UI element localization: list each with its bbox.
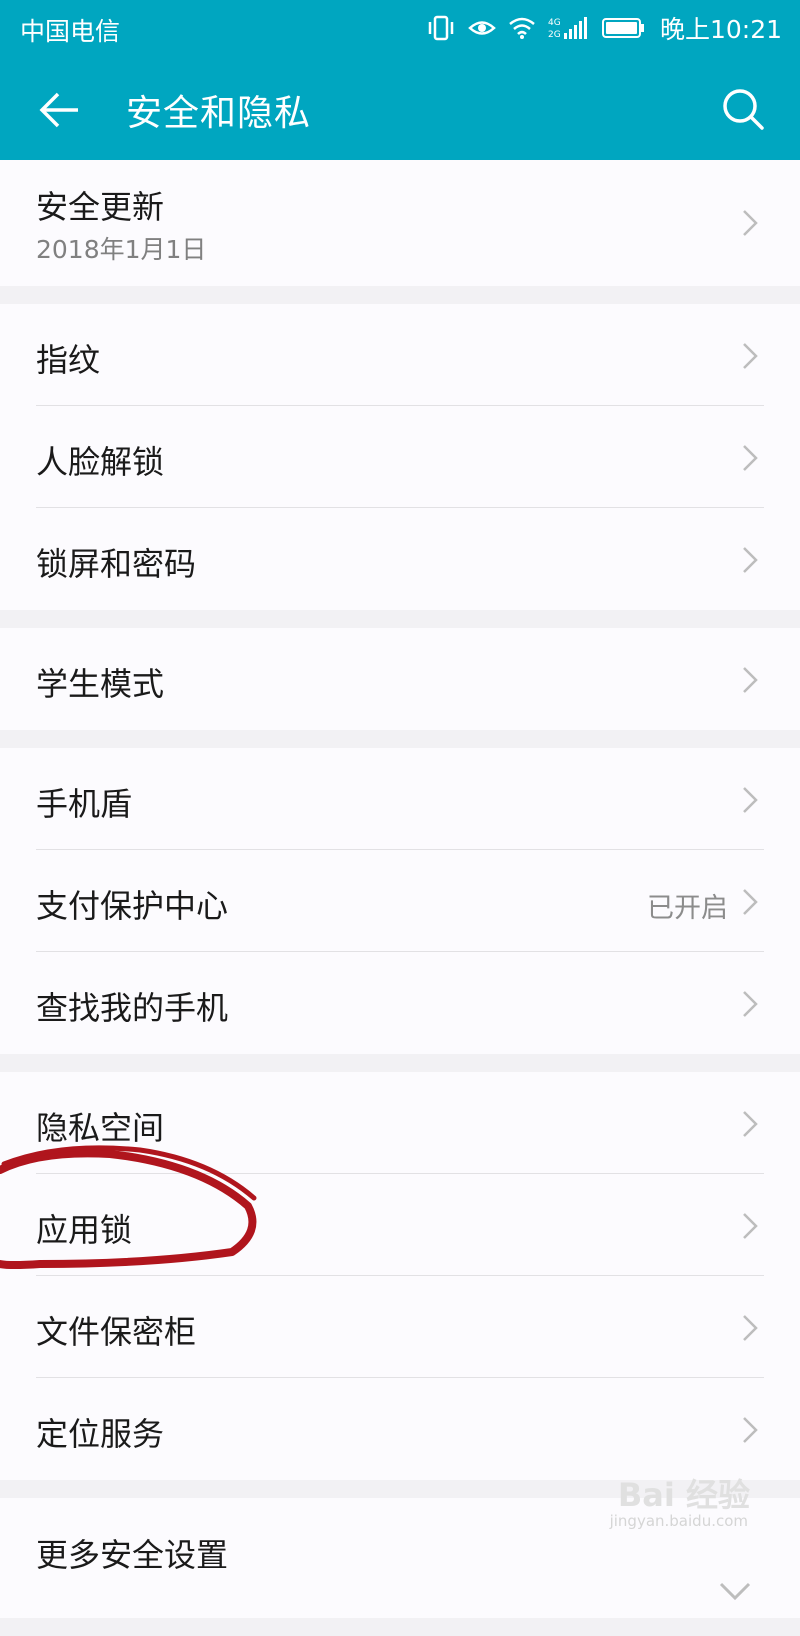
item-subtitle: 2018年1月1日: [36, 235, 207, 264]
item-label: 应用锁: [36, 1211, 133, 1249]
item-label: 定位服务: [36, 1415, 165, 1453]
svg-text:4G: 4G: [548, 18, 561, 28]
group-student-mode: 学生模式: [0, 628, 800, 730]
chevron-right-icon: [743, 210, 758, 236]
list-item-file-safe[interactable]: 文件保密柜: [0, 1276, 800, 1378]
item-label: 锁屏和密码: [36, 545, 197, 583]
chevron-right-icon: [743, 1111, 758, 1137]
group-unlock: 指纹 人脸解锁 锁屏和密码: [0, 304, 800, 610]
status-bar: 中国电信 4G 2G 晚上10:21: [0, 0, 800, 56]
list-item-lock-screen-password[interactable]: 锁屏和密码: [0, 508, 800, 610]
settings-list: 安全更新 2018年1月1日 指纹 人脸解锁 锁屏和密码 学生模式 手机盾 支付…: [0, 160, 800, 1636]
item-status: 已开启: [647, 893, 728, 924]
list-item-fingerprint[interactable]: 指纹: [0, 304, 800, 406]
group-more: 更多安全设置: [0, 1498, 800, 1618]
chevron-right-icon: [743, 1417, 758, 1443]
chevron-right-icon: [743, 889, 758, 915]
list-item-phone-shield[interactable]: 手机盾: [0, 748, 800, 850]
list-item-payment-protection[interactable]: 支付保护中心 已开启: [0, 850, 800, 952]
back-arrow-icon[interactable]: [36, 86, 84, 134]
group-security-update: 安全更新 2018年1月1日: [0, 160, 800, 286]
list-item-face-unlock[interactable]: 人脸解锁: [0, 406, 800, 508]
app-bar: 安全和隐私: [0, 56, 800, 160]
chevron-down-icon: [719, 1582, 751, 1601]
list-item-location-services[interactable]: 定位服务: [0, 1378, 800, 1480]
page-title: 安全和隐私: [126, 93, 312, 134]
svg-text:2G: 2G: [548, 30, 561, 40]
status-icons: 4G 2G 晚上10:21: [426, 10, 782, 46]
list-item-security-update[interactable]: 安全更新 2018年1月1日: [0, 160, 800, 286]
list-item-find-my-phone[interactable]: 查找我的手机: [0, 952, 800, 1054]
search-icon[interactable]: [720, 86, 766, 132]
chevron-right-icon: [743, 343, 758, 369]
item-label: 手机盾: [36, 785, 133, 823]
carrier-name: 中国电信: [20, 17, 121, 46]
list-item-student-mode[interactable]: 学生模式: [0, 628, 800, 730]
chevron-right-icon: [743, 667, 758, 693]
item-label: 指纹: [36, 341, 101, 379]
eye-icon: [468, 21, 496, 35]
list-item-more-security-settings[interactable]: 更多安全设置: [0, 1498, 800, 1618]
signal-icon: 4G 2G: [548, 17, 587, 40]
list-item-private-space[interactable]: 隐私空间: [0, 1072, 800, 1174]
item-label: 学生模式: [36, 665, 165, 703]
chevron-right-icon: [743, 1213, 758, 1239]
chevron-right-icon: [743, 1315, 758, 1341]
item-label: 更多安全设置: [36, 1536, 229, 1574]
item-label: 隐私空间: [36, 1109, 165, 1147]
group-phone-protection: 手机盾 支付保护中心 已开启 查找我的手机: [0, 748, 800, 1054]
chevron-right-icon: [743, 547, 758, 573]
item-label: 安全更新: [36, 188, 165, 226]
item-label: 支付保护中心: [36, 887, 229, 925]
list-item-app-lock[interactable]: 应用锁: [0, 1174, 800, 1276]
status-time: 晚上10:21: [659, 15, 782, 44]
vibrate-icon: [428, 15, 454, 41]
chevron-right-icon: [743, 445, 758, 471]
wifi-icon: [509, 17, 535, 39]
chevron-right-icon: [743, 991, 758, 1017]
item-label: 文件保密柜: [36, 1313, 197, 1351]
item-label: 查找我的手机: [36, 989, 229, 1027]
battery-icon: [601, 18, 644, 38]
chevron-right-icon: [743, 787, 758, 813]
item-label: 人脸解锁: [36, 443, 165, 481]
group-privacy: 隐私空间 应用锁 文件保密柜 定位服务: [0, 1072, 800, 1480]
